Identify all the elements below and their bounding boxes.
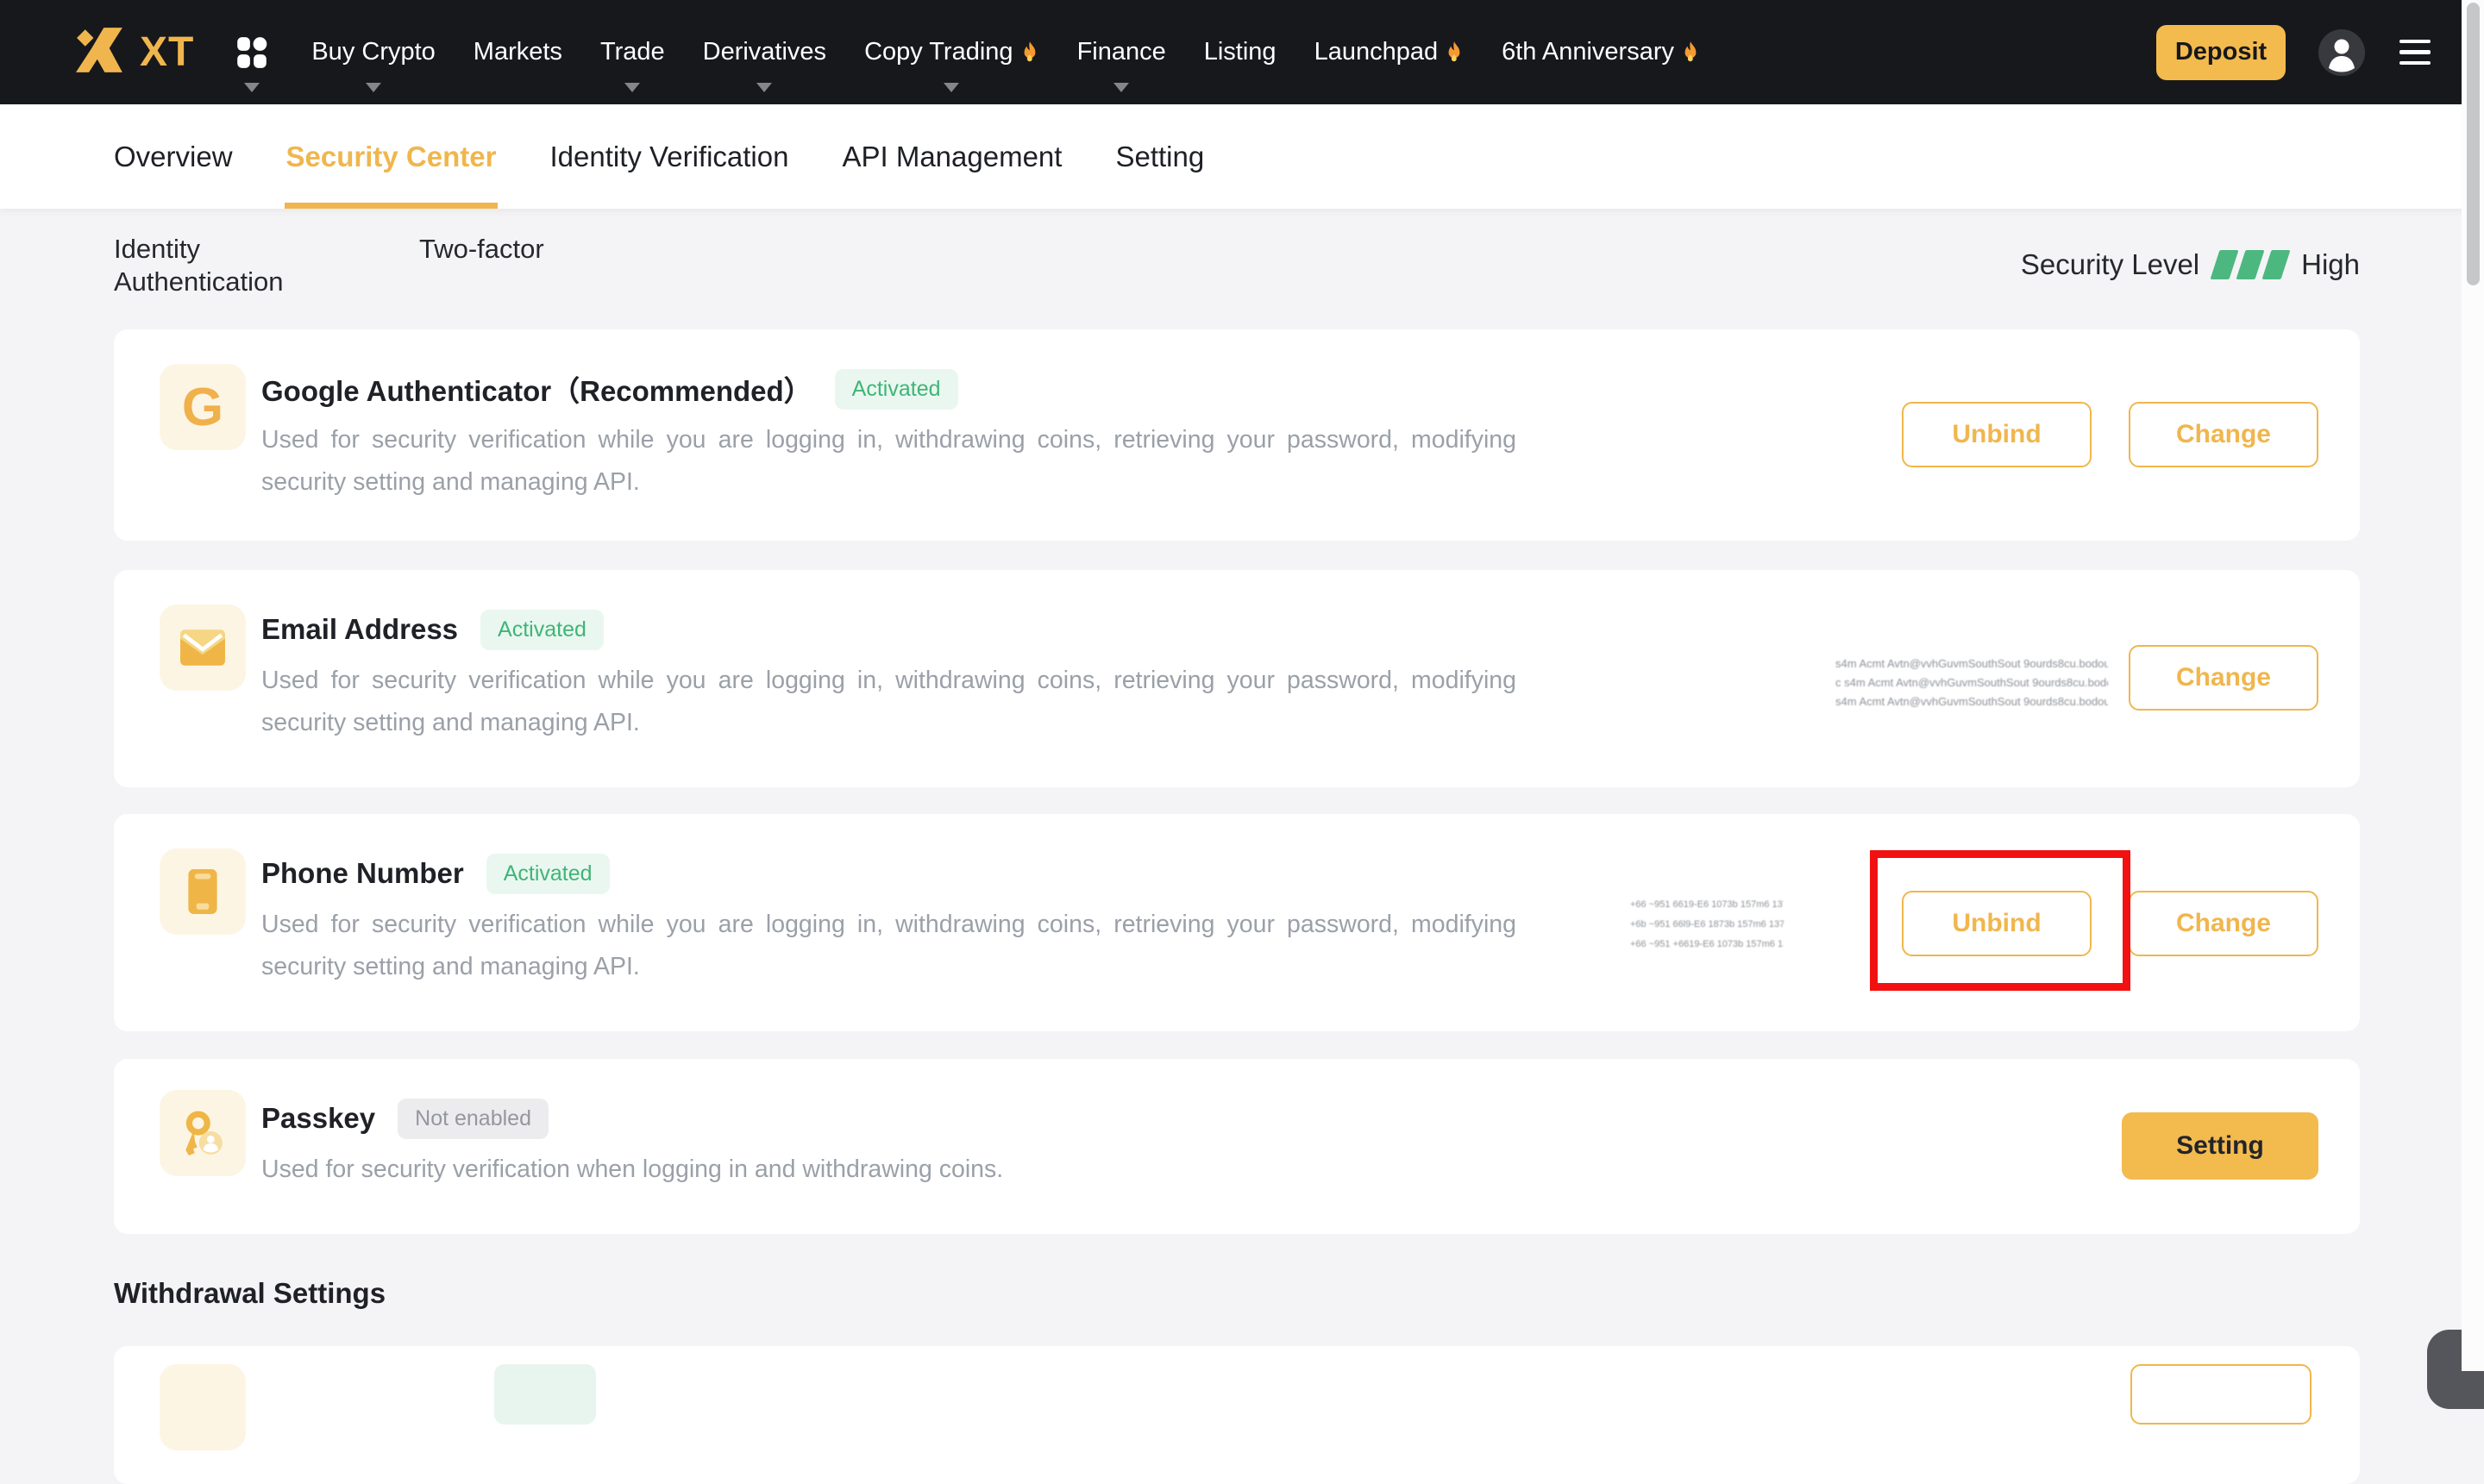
nav-item-finance[interactable]: Finance [1077,0,1166,104]
security-level-bars-icon [2215,250,2286,279]
nav-item-label: Finance [1077,38,1166,66]
email-icon [160,604,246,691]
section-header: Identity Authentication Two-factor Securi… [114,233,2360,298]
security-center-content: Identity Authentication Two-factor Securi… [0,209,2484,1484]
phone-number-content: Phone Number Activated Used for security v… [261,852,1516,988]
top-navigation-bar: XT Buy Crypto Markets Trade Derivatives Copy… [0,0,2484,104]
email-address-masked-value: s4m Acmt Avtn@vvhGuvmSouthSout 9ourds8cu… [1835,654,2108,711]
chevron-down-icon [944,83,959,92]
nav-item-derivatives[interactable]: Derivatives [703,0,826,104]
chevron-down-icon [1113,83,1129,92]
tab-setting[interactable]: Setting [1115,104,1204,209]
nav-item-label: Launchpad [1314,38,1439,66]
passkey-description: Used for security verification when logg… [261,1149,1003,1191]
card-email-address: Email Address Activated Used for security … [114,570,2360,787]
status-badge: Not enabled [398,1099,549,1139]
tab-identity-verification[interactable]: Identity Verification [549,104,788,209]
account-avatar-icon[interactable] [2318,29,2365,76]
nav-item-label: Trade [600,38,665,66]
flame-icon [1445,41,1464,65]
security-level: Security Level High [2021,248,2360,281]
filter-identity-authentication[interactable]: Identity Authentication [114,233,307,298]
card-google-authenticator: G Google Authenticator（Recommended） Activa… [114,329,2360,541]
phone-number-unbind-button[interactable]: Unbind [1902,891,2092,956]
google-authenticator-title: Google Authenticator（Recommended） [261,368,812,410]
google-authenticator-description: Used for security verification while you… [261,419,1516,504]
flame-icon [1681,41,1700,65]
phone-number-description: Used for security verification while you… [261,904,1516,988]
filter-two-factor[interactable]: Two-factor [419,233,544,298]
card-phone-number: Phone Number Activated Used for security v… [114,814,2360,1031]
nav-item-label: Listing [1204,38,1276,66]
status-badge: Activated [480,610,604,650]
email-address-description: Used for security verification while you… [261,660,1516,744]
tab-api-management[interactable]: API Management [842,104,1062,209]
passkey-title: Passkey [261,1102,375,1135]
scrollbar-thumb[interactable] [2467,3,2480,285]
google-authenticator-icon: G [160,364,246,450]
chevron-down-icon [244,83,260,92]
nav-item-trade[interactable]: Trade [600,0,665,104]
status-badge: Activated [486,854,610,894]
account-tabs-bar: Overview Security Center Identity Verifica… [0,104,2484,209]
hamburger-menu-icon[interactable] [2398,34,2432,71]
chevron-down-icon [366,83,381,92]
google-authenticator-change-button[interactable]: Change [2129,402,2318,467]
nav-item-markets[interactable]: Markets [474,0,562,104]
withdrawal-card-button-partial[interactable] [2130,1364,2312,1425]
nav-item-6th-anniversary[interactable]: 6th Anniversary [1502,0,1700,104]
phone-icon [160,848,246,935]
chevron-down-icon [756,83,772,92]
nav-item-label: Buy Crypto [311,38,435,66]
deposit-button[interactable]: Deposit [2156,25,2286,80]
nav-right-controls: Deposit [2156,25,2432,80]
flame-icon [1020,41,1039,65]
email-address-change-button[interactable]: Change [2129,645,2318,711]
apps-grid-icon[interactable] [234,0,270,104]
phone-number-masked-value: +66 ~951 6619-E6 1073b 157m6 137mm167mm5… [1630,895,1784,955]
nav-item-label: 6th Anniversary [1502,38,1674,66]
withdrawal-settings-heading: Withdrawal Settings [114,1277,2360,1310]
status-badge-partial [494,1364,596,1425]
withdrawal-card-partial [114,1346,2360,1484]
nav-item-listing[interactable]: Listing [1204,0,1276,104]
chevron-down-icon [624,83,640,92]
security-cards: G Google Authenticator（Recommended） Activa… [114,329,2360,1234]
nav-item-buy-crypto[interactable]: Buy Crypto [311,0,435,104]
tab-security-center[interactable]: Security Center [286,104,497,209]
google-authenticator-unbind-button[interactable]: Unbind [1902,402,2092,467]
tab-overview[interactable]: Overview [114,104,233,209]
google-authenticator-content: Google Authenticator（Recommended） Activat… [261,367,1516,504]
nav-item-launchpad[interactable]: Launchpad [1314,0,1465,104]
xt-logo[interactable]: XT [76,28,194,77]
nav-item-label: Copy Trading [864,38,1013,66]
email-address-content: Email Address Activated Used for security … [261,608,1516,744]
status-badge: Activated [835,369,958,410]
nav-item-label: Derivatives [703,38,826,66]
security-level-value: High [2301,248,2360,281]
main-nav: Buy Crypto Markets Trade Derivatives Copy Tr… [311,0,2156,104]
withdrawal-card-icon [160,1364,246,1450]
nav-item-label: Markets [474,38,562,66]
auth-filters: Identity Authentication Two-factor [114,233,544,298]
passkey-content: Passkey Not enabled Used for security veri… [261,1097,1003,1191]
email-address-title: Email Address [261,613,458,646]
nav-item-copy-trading[interactable]: Copy Trading [864,0,1039,104]
security-level-label: Security Level [2021,248,2199,281]
card-passkey: Passkey Not enabled Used for security veri… [114,1059,2360,1234]
passkey-icon [160,1090,246,1176]
phone-number-title: Phone Number [261,857,464,890]
xt-logo-text: XT [140,28,194,76]
xt-logo-icon [76,28,124,77]
phone-number-change-button[interactable]: Change [2129,891,2318,956]
passkey-setting-button[interactable]: Setting [2122,1112,2318,1180]
